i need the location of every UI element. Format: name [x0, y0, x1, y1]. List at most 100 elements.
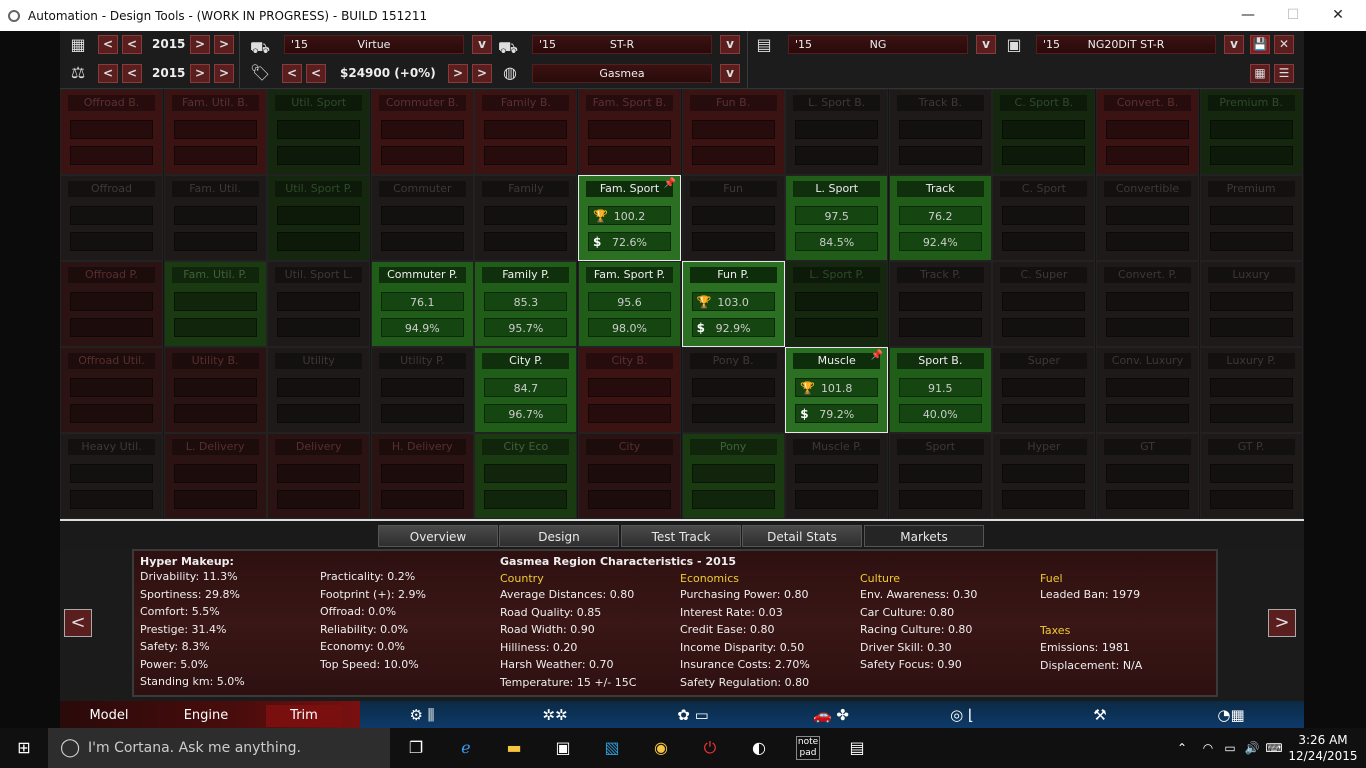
market-cell[interactable]: Convert. B. — [1096, 89, 1199, 175]
market-cell[interactable]: Utility B. — [163, 347, 267, 433]
market-cell[interactable]: Offroad B. — [60, 89, 163, 175]
prev-page-button[interactable]: < — [64, 609, 92, 637]
year2-prev-prev-button[interactable]: < — [98, 64, 118, 83]
cortana-search[interactable]: ◯ I'm Cortana. Ask me anything. — [48, 728, 390, 768]
engine-dropdown[interactable]: v — [976, 35, 996, 54]
market-cell[interactable]: Premium B. — [1199, 89, 1303, 175]
variant-field[interactable]: '15 NG20DiT ST-R — [1036, 35, 1216, 54]
tray-chevron-icon[interactable]: ⌃ — [1170, 736, 1194, 760]
market-cell[interactable]: L. Sport B. — [785, 89, 889, 175]
market-cell[interactable]: Track B. — [888, 89, 992, 175]
market-cell[interactable]: L. Sport 97.5 84.5% — [785, 175, 889, 261]
chrome-icon[interactable]: ◉ — [649, 736, 673, 760]
notepad-icon[interactable]: note pad — [796, 736, 820, 760]
tab-overview[interactable]: Overview — [378, 525, 498, 547]
market-cell[interactable]: City Eco — [474, 433, 578, 519]
market-cell[interactable]: Util. Sport P. — [267, 175, 371, 261]
nav-engine[interactable]: Engine — [170, 705, 242, 727]
grid-view-icon[interactable]: ▦ — [1250, 64, 1270, 83]
market-cell[interactable]: Util. Sport L. — [267, 261, 371, 347]
market-cell[interactable]: Fam. Util. B. — [163, 89, 267, 175]
tab-detail-stats[interactable]: Detail Stats — [742, 525, 862, 547]
wheels-icon[interactable]: ✲✲ — [530, 704, 580, 726]
close-design-button[interactable]: ✕ — [1274, 35, 1294, 54]
market-cell[interactable]: Fam. Util. — [163, 175, 267, 261]
task-view-icon[interactable]: ❐ — [404, 736, 428, 760]
market-cell[interactable]: C. Sport — [992, 175, 1096, 261]
price-next-next-button[interactable]: > — [472, 64, 492, 83]
market-cell[interactable]: Heavy Util. — [60, 433, 163, 519]
save-button[interactable]: 💾 — [1250, 35, 1270, 54]
market-cell[interactable]: Fam. Sport 100.2 🏆 72.6% $ 📌 — [578, 175, 681, 261]
price-prev-button[interactable]: < — [306, 64, 326, 83]
region-field[interactable]: Gasmea — [532, 64, 712, 83]
market-cell[interactable]: Sport — [888, 433, 992, 519]
steering-seat-icon[interactable]: ◎ ⌊ — [932, 704, 992, 726]
market-cell[interactable]: Commuter — [370, 175, 474, 261]
market-cell[interactable]: Fam. Util. P. — [163, 261, 267, 347]
price-next-button[interactable]: > — [448, 64, 468, 83]
chassis-gearbox-icon[interactable]: ⚙ ⫼ — [392, 704, 452, 726]
market-cell[interactable]: Super — [992, 347, 1096, 433]
year-prev-prev-button[interactable]: < — [98, 35, 118, 54]
market-cell[interactable]: Fun B. — [681, 89, 785, 175]
market-cell[interactable]: Commuter B. — [370, 89, 474, 175]
market-cell[interactable]: Track P. — [888, 261, 992, 347]
variant-dropdown[interactable]: v — [1224, 35, 1244, 54]
market-cell[interactable]: Premium — [1199, 175, 1303, 261]
region-dropdown[interactable]: v — [720, 64, 740, 83]
year2-next-button[interactable]: > — [190, 64, 210, 83]
market-cell[interactable]: Util. Sport — [267, 89, 371, 175]
market-cell[interactable]: Family B. — [474, 89, 578, 175]
next-page-button[interactable]: > — [1268, 609, 1296, 637]
market-cell[interactable]: Family P. 85.3 95.7% — [474, 261, 578, 347]
remote-desktop-icon[interactable]: ▧ — [600, 736, 624, 760]
market-cell[interactable]: C. Sport B. — [992, 89, 1096, 175]
market-cell[interactable]: L. Sport P. — [785, 261, 889, 347]
trim-dropdown[interactable]: v — [720, 35, 740, 54]
pin-icon[interactable]: 📌 — [871, 350, 883, 361]
year-prev-button[interactable]: < — [122, 35, 142, 54]
market-cell[interactable]: Fun P. 103.0 🏆 92.9% $ — [681, 261, 785, 347]
close-button[interactable]: ✕ — [1315, 0, 1361, 31]
power-app-icon[interactable]: ⏻ — [698, 736, 722, 760]
market-cell[interactable]: GT P. — [1199, 433, 1303, 519]
network-icon[interactable]: ◠ — [1196, 736, 1220, 760]
market-cell[interactable]: City — [578, 433, 681, 519]
model-field[interactable]: '15 Virtue — [284, 35, 464, 54]
market-cell[interactable]: Track 76.2 92.4% — [888, 175, 992, 261]
market-cell[interactable]: H. Delivery — [370, 433, 474, 519]
nav-trim[interactable]: Trim — [266, 705, 342, 727]
tab-test-track[interactable]: Test Track — [621, 525, 741, 547]
market-cell[interactable]: Convert. P. — [1096, 261, 1199, 347]
car-body-fan-icon[interactable]: 🚗 ✤ — [776, 704, 886, 726]
market-cell[interactable]: Muscle P. — [785, 433, 889, 519]
edge-icon[interactable]: ℯ — [454, 736, 478, 760]
tab-markets[interactable]: Markets — [864, 525, 984, 547]
engine-field[interactable]: '15 NG — [788, 35, 968, 54]
market-cell[interactable]: Pony B. — [681, 347, 785, 433]
year-next-button[interactable]: > — [190, 35, 210, 54]
year-next-next-button[interactable]: > — [214, 35, 234, 54]
volume-icon[interactable]: 🔊 — [1240, 736, 1264, 760]
maximize-button[interactable]: ☐ — [1270, 0, 1316, 31]
market-cell[interactable]: Pony — [681, 433, 785, 519]
keyboard-icon[interactable]: ⌨ — [1262, 736, 1286, 760]
market-cell[interactable]: Hyper — [992, 433, 1096, 519]
market-cell[interactable]: Utility — [267, 347, 371, 433]
windows-start-icon[interactable]: ⊞ — [12, 736, 36, 760]
pin-icon[interactable]: 📌 — [664, 178, 676, 189]
trim-field[interactable]: '15 ST-R — [532, 35, 712, 54]
body-fixture-icon[interactable]: ✿ ▭ — [658, 704, 728, 726]
year2-next-next-button[interactable]: > — [214, 64, 234, 83]
market-cell[interactable]: Family — [474, 175, 578, 261]
market-cell[interactable]: Delivery — [267, 433, 371, 519]
market-cell[interactable]: Fam. Sport B. — [578, 89, 681, 175]
market-cell[interactable]: City B. — [578, 347, 681, 433]
price-prev-prev-button[interactable]: < — [282, 64, 302, 83]
steam-icon[interactable]: ◐ — [747, 736, 771, 760]
market-cell[interactable]: Luxury — [1199, 261, 1303, 347]
market-cell[interactable]: Offroad P. — [60, 261, 163, 347]
battery-icon[interactable]: ▭ — [1218, 736, 1242, 760]
market-cell[interactable]: Conv. Luxury — [1096, 347, 1199, 433]
